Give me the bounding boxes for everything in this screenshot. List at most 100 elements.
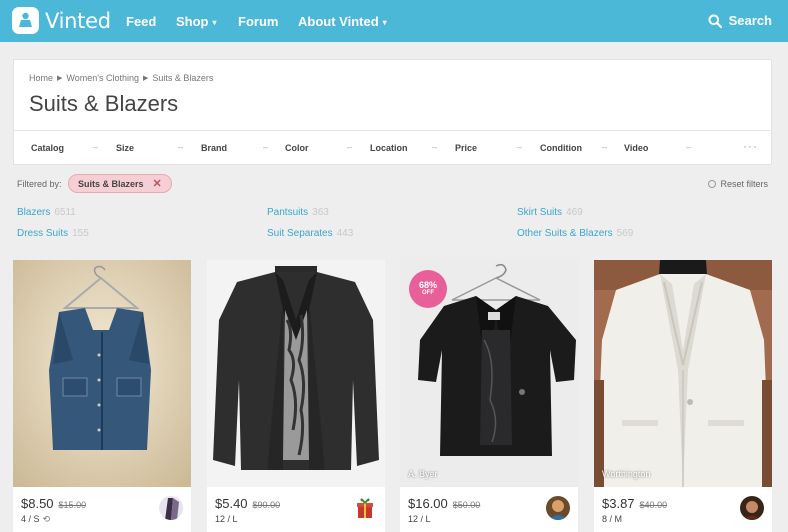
product-card[interactable]: 68% OFF A. Byer $16.00 $50.00 12 / L (400, 260, 578, 532)
search-button[interactable]: Search (708, 13, 772, 28)
subcategory-pantsuits[interactable]: Pantsuits 363 (267, 207, 329, 218)
subcategory-name: Skirt Suits (517, 207, 563, 218)
size-value: 12 / L (215, 514, 238, 524)
page-title: Suits & Blazers (29, 91, 179, 116)
dropdown-dash-icon: – (686, 142, 692, 152)
breadcrumb: Home ▶ Women's Clothing ▶ Suits & Blazer… (29, 73, 213, 83)
category-header: Home ▶ Women's Clothing ▶ Suits & Blazer… (13, 59, 772, 165)
nav-about-label: About Vinted (298, 14, 379, 29)
price-row: $8.50 $15.00 (21, 496, 86, 511)
price: $3.87 (602, 496, 635, 511)
size-label: 12 / L (215, 514, 238, 524)
nav-feed[interactable]: Feed (126, 14, 156, 29)
filter-brand-label: Brand (201, 143, 228, 153)
size-value: 4 / S (21, 514, 40, 524)
caret-down-icon: ▾ (382, 18, 387, 28)
nav-shop-label: Shop (176, 14, 209, 29)
breadcrumb-home[interactable]: Home (29, 73, 53, 83)
seller-avatar[interactable] (353, 496, 377, 520)
seller-avatar[interactable] (546, 496, 570, 520)
chevron-right-icon: ▶ (57, 75, 63, 82)
old-price: $90.00 (252, 500, 281, 510)
size-label: 8 / M (602, 514, 622, 524)
filter-color[interactable]: Color – (285, 142, 352, 153)
subcategory-name: Pantsuits (267, 207, 309, 218)
product-image[interactable]: Worthington (594, 260, 772, 487)
subcategory-skirt-suits[interactable]: Skirt Suits 469 (517, 207, 583, 218)
caret-down-icon: ▾ (212, 18, 217, 28)
swap-icon: ⟲ (42, 514, 51, 524)
active-filter-chip[interactable]: Suits & Blazers ✕ (68, 174, 172, 193)
filter-catalog-label: Catalog (31, 143, 65, 153)
brand-label: A. Byer (408, 469, 438, 479)
brand-label: Worthington (602, 469, 651, 479)
filter-catalog[interactable]: Catalog – (31, 142, 98, 153)
reset-icon (708, 180, 717, 188)
subcategory-count: 569 (616, 228, 634, 239)
filter-brand[interactable]: Brand – (201, 142, 268, 153)
search-icon (708, 14, 722, 28)
price-row: $5.40 $90.00 (215, 496, 280, 511)
search-label: Search (728, 13, 772, 28)
filter-condition[interactable]: Condition – (540, 142, 607, 153)
size-value: 8 / M (602, 514, 623, 524)
close-icon[interactable]: ✕ (153, 177, 162, 190)
logo-text: Vinted (45, 8, 111, 33)
chip-label: Suits & Blazers (78, 178, 144, 189)
subcategory-blazers[interactable]: Blazers 6511 (17, 207, 76, 218)
discount-percent: 68% (418, 280, 437, 290)
filter-price[interactable]: Price – (455, 142, 522, 153)
price: $8.50 (21, 496, 54, 511)
filter-size-label: Size (116, 143, 135, 153)
dropdown-dash-icon: – (263, 142, 269, 152)
seller-avatar[interactable] (159, 496, 183, 520)
dropdown-dash-icon: – (517, 142, 523, 152)
subcategory-count: 469 (566, 207, 583, 218)
filter-video[interactable]: Video – (624, 142, 691, 153)
seller-avatar[interactable] (740, 496, 764, 520)
subcategory-count: 443 (336, 228, 354, 239)
more-dots-icon[interactable]: ··· (743, 139, 758, 153)
subcategory-suit-separates[interactable]: Suit Separates 443 (267, 228, 353, 239)
breadcrumb-womens-clothing[interactable]: Women's Clothing (66, 73, 139, 83)
filter-location-label: Location (370, 143, 408, 153)
nav-shop[interactable]: Shop ▾ (176, 14, 217, 29)
product-card[interactable]: Worthington $3.87 $40.00 8 / M (594, 260, 772, 532)
dropdown-dash-icon: – (347, 142, 353, 152)
product-image[interactable] (13, 260, 191, 487)
subcategory-name: Dress Suits (17, 228, 69, 239)
nav-forum[interactable]: Forum (238, 14, 278, 29)
price-row: $16.00 $50.00 (408, 496, 480, 511)
chevron-right-icon: ▶ (143, 75, 149, 82)
subcategory-count: 6511 (54, 207, 76, 218)
filter-bar: Catalog – Size – Brand – Color – Location – P… (14, 130, 771, 165)
filter-size[interactable]: Size – (116, 142, 183, 153)
discount-off-label: OFF (422, 290, 434, 296)
price: $5.40 (215, 496, 248, 511)
filter-location[interactable]: Location – (370, 142, 437, 153)
old-price: $40.00 (639, 500, 668, 510)
size-label: 12 / L (408, 514, 431, 524)
dropdown-dash-icon: – (93, 142, 99, 152)
top-navigation-bar: Vinted Feed Shop ▾ Forum About Vinted ▾ Se… (0, 0, 788, 42)
vinted-logo-icon (12, 7, 39, 34)
subcategory-name: Suit Separates (267, 228, 333, 239)
subcategory-other-suits-blazers[interactable]: Other Suits & Blazers 569 (517, 228, 633, 239)
product-image[interactable] (207, 260, 385, 487)
product-image[interactable]: 68% OFF A. Byer (400, 260, 578, 487)
product-card[interactable]: $8.50 $15.00 4 / S ⟲ (13, 260, 191, 532)
reset-filters-button[interactable]: Reset filters (708, 179, 768, 189)
breadcrumb-suits-blazers[interactable]: Suits & Blazers (152, 73, 213, 83)
dropdown-dash-icon: – (432, 142, 438, 152)
subcategory-name: Other Suits & Blazers (517, 228, 613, 239)
reset-filters-label: Reset filters (720, 179, 768, 189)
nav-about[interactable]: About Vinted ▾ (298, 14, 387, 29)
size-label: 4 / S ⟲ (21, 514, 50, 525)
discount-badge: 68% OFF (409, 270, 447, 308)
price: $16.00 (408, 496, 448, 511)
product-card[interactable]: $5.40 $90.00 12 / L (207, 260, 385, 532)
subcategory-dress-suits[interactable]: Dress Suits 155 (17, 228, 89, 239)
vinted-logo[interactable]: Vinted (12, 7, 111, 34)
price-row: $3.87 $40.00 (602, 496, 667, 511)
nav-forum-label: Forum (238, 14, 279, 29)
